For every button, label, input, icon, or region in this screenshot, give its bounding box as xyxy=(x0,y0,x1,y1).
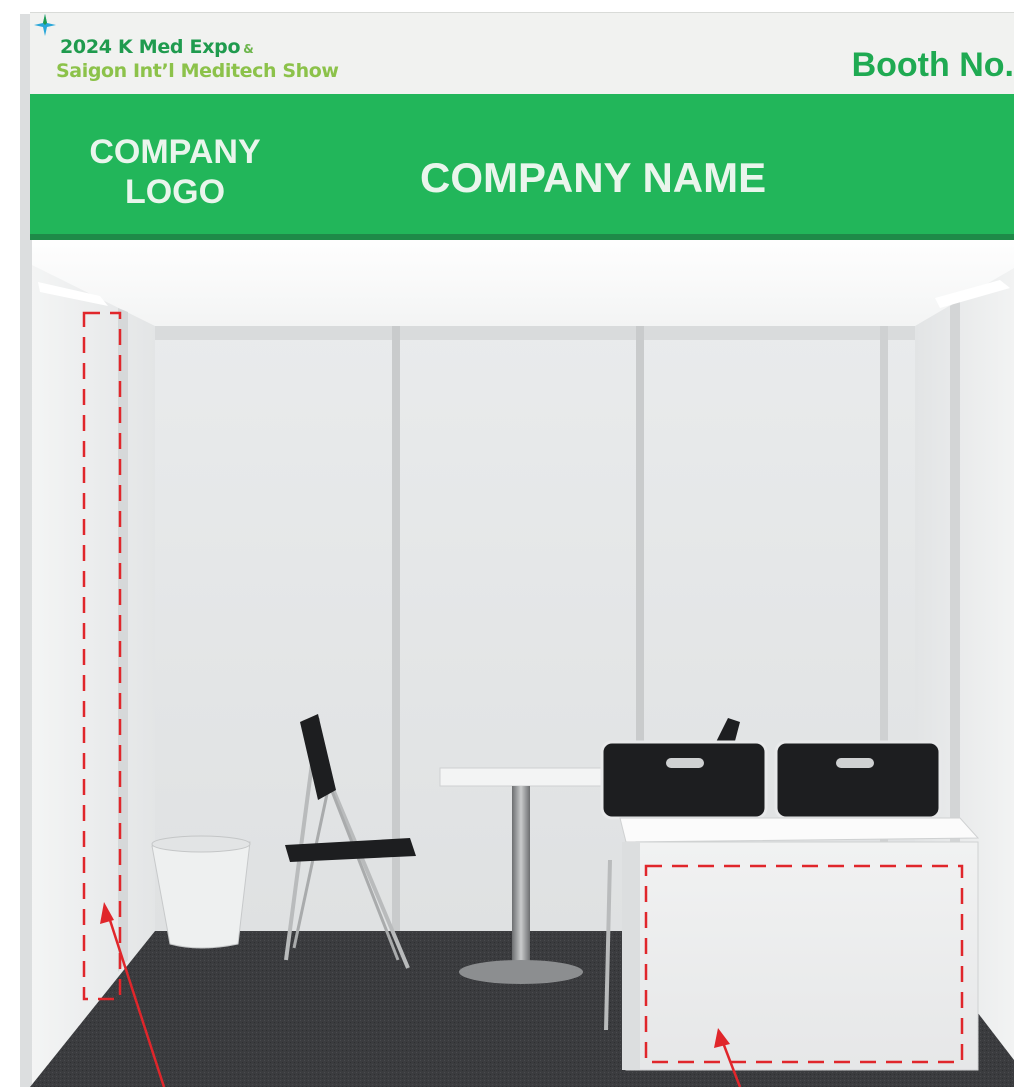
expo-title-line1: 2024 K Med Expo & xyxy=(60,36,254,58)
back-wall-top-rail xyxy=(155,326,915,340)
wastebasket-rim xyxy=(151,835,251,853)
info-counter xyxy=(619,817,980,1071)
booth-number-label: Booth No. xyxy=(851,46,1014,84)
counter-chair-right xyxy=(774,740,942,820)
ceiling-area xyxy=(30,234,1014,326)
company-logo-placeholder: COMPANY LOGO xyxy=(70,132,280,212)
expo-ampersand: & xyxy=(243,42,254,56)
four-point-star-icon xyxy=(34,14,56,36)
fascia-shadow xyxy=(30,234,1014,240)
panel-seam xyxy=(880,326,888,931)
counter-chair-left xyxy=(600,740,768,820)
company-name-placeholder: COMPANY NAME xyxy=(420,154,767,201)
booth-render: 2024 K Med Expo & Saigon Int’l Meditech S… xyxy=(0,0,1014,1087)
expo-title-text: 2024 K Med Expo xyxy=(60,36,241,58)
company-logo-line1: COMPANY xyxy=(89,133,261,171)
expo-title-line2: Saigon Int’l Meditech Show xyxy=(56,60,339,82)
company-logo-line2: LOGO xyxy=(124,173,226,211)
